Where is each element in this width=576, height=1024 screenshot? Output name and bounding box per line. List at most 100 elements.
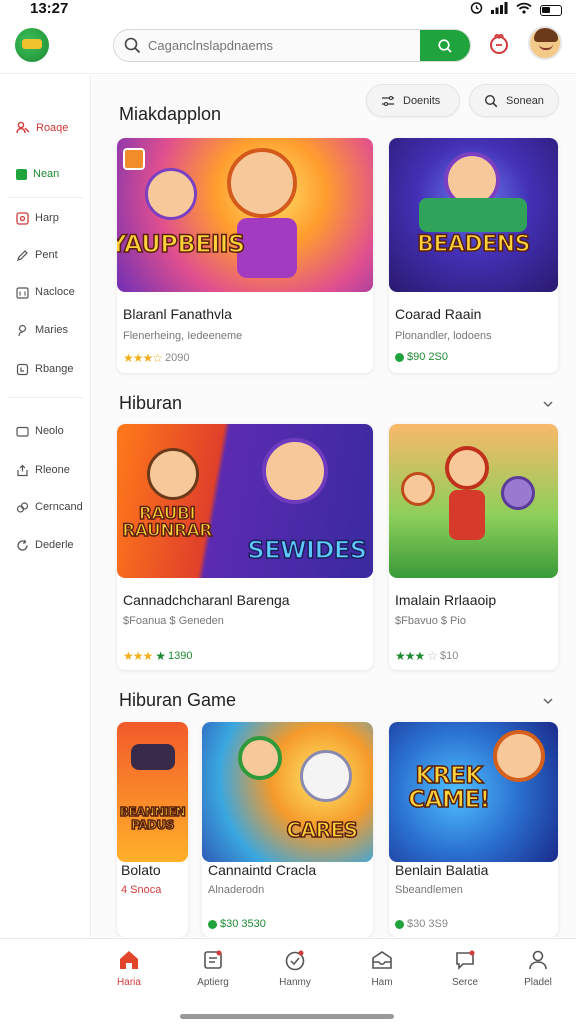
card-title: Cannaintd Cracla bbox=[208, 862, 317, 878]
price-icon bbox=[208, 919, 217, 929]
card-meta: ★★★☆ 2090 bbox=[123, 351, 190, 365]
game-card[interactable]: RAUBI RAUNRAR SEWIDES Cannadchcharanl Ba… bbox=[117, 424, 373, 670]
home-indicator[interactable] bbox=[180, 1014, 394, 1019]
search-icon bbox=[124, 37, 141, 59]
character-art bbox=[501, 476, 535, 510]
status-bar: 13:27 bbox=[0, 0, 576, 20]
chevron-down-icon[interactable] bbox=[542, 694, 554, 712]
game-card[interactable]: BEADENS Coarad Raain Plonandler, lodoens… bbox=[389, 138, 558, 373]
alarm-icon bbox=[470, 1, 483, 19]
filter-label: Doenits bbox=[403, 94, 441, 107]
card-subtitle: Sbeandlemen bbox=[395, 884, 463, 896]
nav-item-home[interactable]: Haria bbox=[94, 949, 164, 988]
game-thumbnail bbox=[389, 424, 558, 578]
rating-stars: ★★★ bbox=[123, 649, 153, 663]
card-meta: $90 2S0 bbox=[395, 351, 448, 363]
sidebar-item-label: Dederle bbox=[35, 539, 74, 551]
sidebar-item-roaqe[interactable]: Roaqe bbox=[0, 113, 91, 143]
card-meta-value: $30 3S9 bbox=[407, 918, 448, 930]
card-meta: ★★★ ☆ $10 bbox=[395, 649, 459, 663]
sidebar-item-label: Pent bbox=[35, 249, 58, 261]
sidebar-item-label: Nacloce bbox=[35, 286, 75, 298]
nav-item-aptierg[interactable]: Aptierg bbox=[178, 949, 248, 988]
inbox-icon bbox=[372, 951, 392, 969]
card-meta: ★★★ ★ 1390 bbox=[123, 649, 193, 663]
search-go-icon bbox=[438, 38, 452, 53]
sidebar-item-maries[interactable]: Maries bbox=[0, 315, 91, 345]
sidebar-item-dederle[interactable]: Dederle bbox=[0, 530, 91, 560]
rating-stars: ★★★☆ bbox=[123, 351, 163, 365]
game-thumbnail: YAUPBEIIS bbox=[117, 138, 373, 292]
rating-stars-green: ★ bbox=[155, 649, 166, 663]
game-card[interactable]: YAUPBEIIS Blaranl Fanathvla Flenerheing,… bbox=[117, 138, 373, 373]
card-title: Bolato bbox=[121, 862, 161, 878]
sidebar-item-cerncand[interactable]: Cerncand bbox=[0, 492, 91, 522]
person-icon bbox=[18, 324, 27, 336]
card-title: Imalain Rrlaaoip bbox=[395, 592, 497, 608]
game-card[interactable]: KREK CAME! Benlain Balatia Sbeandlemen $… bbox=[389, 722, 558, 937]
nav-item-ham[interactable]: Ham bbox=[347, 949, 417, 988]
heart-badge-icon bbox=[285, 950, 305, 971]
sidebar-item-label: Rbange bbox=[35, 363, 74, 375]
sidebar-item-rleone[interactable]: Rleone bbox=[0, 455, 91, 485]
sidebar-item-nean[interactable]: Nean bbox=[0, 159, 91, 189]
sidebar-item-neolo[interactable]: Neolo bbox=[0, 416, 91, 446]
chat-icon bbox=[456, 950, 475, 970]
sidebar-item-label: Harp bbox=[35, 212, 59, 224]
sort-button[interactable]: Sonean bbox=[469, 84, 559, 117]
nav-label: Aptierg bbox=[197, 977, 229, 988]
nav-label: Hanmy bbox=[279, 977, 311, 988]
game-logo-text: BEADENS bbox=[416, 231, 531, 258]
card-title: Blaranl Fanathvla bbox=[123, 306, 232, 322]
nav-item-pladel[interactable]: Pladel bbox=[503, 949, 573, 988]
refresh-icon bbox=[17, 539, 28, 551]
search-submit-button[interactable] bbox=[420, 30, 470, 61]
calendar-icon bbox=[16, 286, 29, 299]
card-subtitle: Plonandler, lodoens bbox=[395, 330, 492, 342]
home-icon bbox=[120, 951, 138, 969]
main-content: Miakdapplon Doenits Sonean YAUPBEIIS Bla… bbox=[92, 75, 576, 937]
chevron-down-icon[interactable] bbox=[542, 397, 554, 415]
search-input[interactable] bbox=[148, 35, 418, 55]
top-bar bbox=[0, 20, 576, 74]
battery-icon bbox=[540, 4, 562, 16]
sidebar-item-rbange[interactable]: Rbange bbox=[0, 354, 91, 384]
sidebar-item-harp[interactable]: Harp bbox=[0, 203, 91, 233]
gift-icon[interactable] bbox=[487, 32, 511, 61]
rating-stars: ★★★ bbox=[395, 649, 425, 663]
avatar[interactable] bbox=[528, 26, 562, 60]
gamepad-art bbox=[131, 744, 175, 770]
sidebar-item-pent[interactable]: Pent bbox=[0, 240, 91, 270]
card-subtitle: Alnaderodn bbox=[208, 884, 265, 896]
card-meta-value: 1390 bbox=[168, 650, 193, 662]
character-art bbox=[262, 438, 328, 504]
card-subtitle: $Fbavuo $ Pio bbox=[395, 615, 466, 627]
card-meta: $30 3530 bbox=[208, 918, 266, 930]
nav-item-hanmy[interactable]: Hanmy bbox=[260, 949, 330, 988]
nav-item-serce[interactable]: Serce bbox=[430, 949, 500, 988]
character-art bbox=[147, 448, 199, 500]
nav-label: Ham bbox=[371, 977, 393, 988]
nav-label: Haria bbox=[117, 977, 141, 988]
card-subtitle: $Foanua $ Geneden bbox=[123, 615, 224, 627]
game-thumbnail: CARES bbox=[202, 722, 373, 862]
clock: 13:27 bbox=[30, 0, 69, 17]
image-icon bbox=[16, 211, 29, 225]
game-card[interactable]: Imalain Rrlaaoip $Fbavuo $ Pio ★★★ ☆ $10 bbox=[389, 424, 558, 670]
game-logo-text: KREK CAME! bbox=[408, 763, 491, 813]
profile-icon bbox=[529, 950, 547, 970]
nav-label: Pladel bbox=[524, 977, 552, 988]
app-logo[interactable] bbox=[15, 28, 49, 62]
character-art bbox=[300, 750, 352, 802]
badge-icon bbox=[123, 148, 145, 170]
filter-button[interactable]: Doenits bbox=[366, 84, 460, 117]
game-card[interactable]: CARES Cannaintd Cracla Alnaderodn $30 35… bbox=[202, 722, 373, 937]
sidebar-item-nacloce[interactable]: Nacloce bbox=[0, 277, 91, 307]
game-card[interactable]: BEANNIEN PADUS Bolato 4 Snoca bbox=[117, 722, 188, 937]
page-title: Miakdapplon bbox=[119, 104, 222, 124]
link-icon bbox=[16, 501, 29, 513]
card-title: Coarad Raain bbox=[395, 306, 482, 322]
users-icon bbox=[16, 121, 30, 134]
filter-icon bbox=[382, 95, 394, 106]
card-meta-value: $10 bbox=[440, 650, 459, 662]
